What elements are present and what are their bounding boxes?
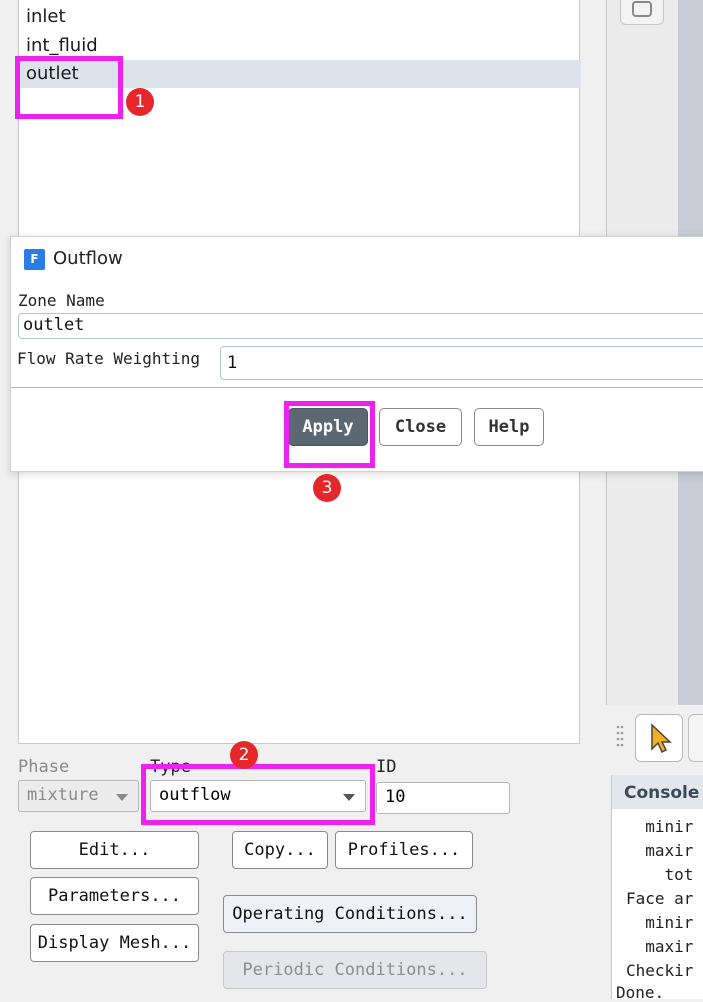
phase-label: Phase [18,757,70,777]
console-line: minir [626,913,694,932]
console-line: tot [626,865,694,884]
zone-item-inlet[interactable]: inlet [26,6,66,27]
zone-name-label: Zone Name [18,291,105,310]
fluent-app-icon: F [24,249,45,270]
console-line: Checkir [626,961,694,980]
phase-value: mixture [27,785,99,805]
console-line: Face ar [626,889,694,908]
step-badge-3: 3 [313,474,341,502]
step-badge-2: 2 [230,741,258,769]
console-line: minir [626,817,694,836]
id-value: 10 [385,787,406,807]
pointer-tool-button[interactable] [635,714,683,762]
step-badge-1: 1 [126,88,154,116]
highlight-box-step-2 [141,764,375,825]
close-button[interactable]: Close [379,408,462,446]
dialog-title: Outflow [53,248,123,269]
operating-conditions-button[interactable]: Operating Conditions... [223,895,477,933]
toolbox-icon [632,1,652,17]
display-mesh-button[interactable]: Display Mesh... [30,924,199,962]
console-line: maxir [626,841,694,860]
phase-select[interactable]: mixture [18,780,139,812]
console-line: maxir [626,937,694,956]
help-button[interactable]: Help [474,408,544,446]
highlight-box-step-3 [284,401,375,468]
periodic-conditions-button: Periodic Conditions... [223,951,487,989]
flow-rate-weighting-label: Flow Rate Weighting [17,349,201,368]
id-label: ID [376,757,397,777]
rotate-tool-button[interactable] [688,714,703,762]
copy-button[interactable]: Copy... [232,831,328,869]
edit-button[interactable]: Edit... [30,831,199,869]
zone-name-field[interactable]: outlet [18,313,703,339]
drag-handle-icon[interactable] [616,724,624,750]
console-header: Console [612,775,703,809]
profiles-button[interactable]: Profiles... [335,831,473,869]
dialog-divider [11,387,703,388]
flow-rate-weighting-field[interactable]: 1 [220,346,703,380]
chevron-down-icon [116,794,128,801]
console-line: Done. [616,983,665,1002]
console-panel[interactable]: Console minir maxir tot Face ar minir ma… [611,775,703,1002]
zone-item-int-fluid[interactable]: int_fluid [26,35,98,56]
parameters-button[interactable]: Parameters... [30,877,199,915]
cursor-arrow-icon [651,723,672,754]
highlight-box-step-1 [15,56,123,119]
graphics-tool-button[interactable] [620,0,664,25]
id-field[interactable]: 10 [376,782,510,814]
